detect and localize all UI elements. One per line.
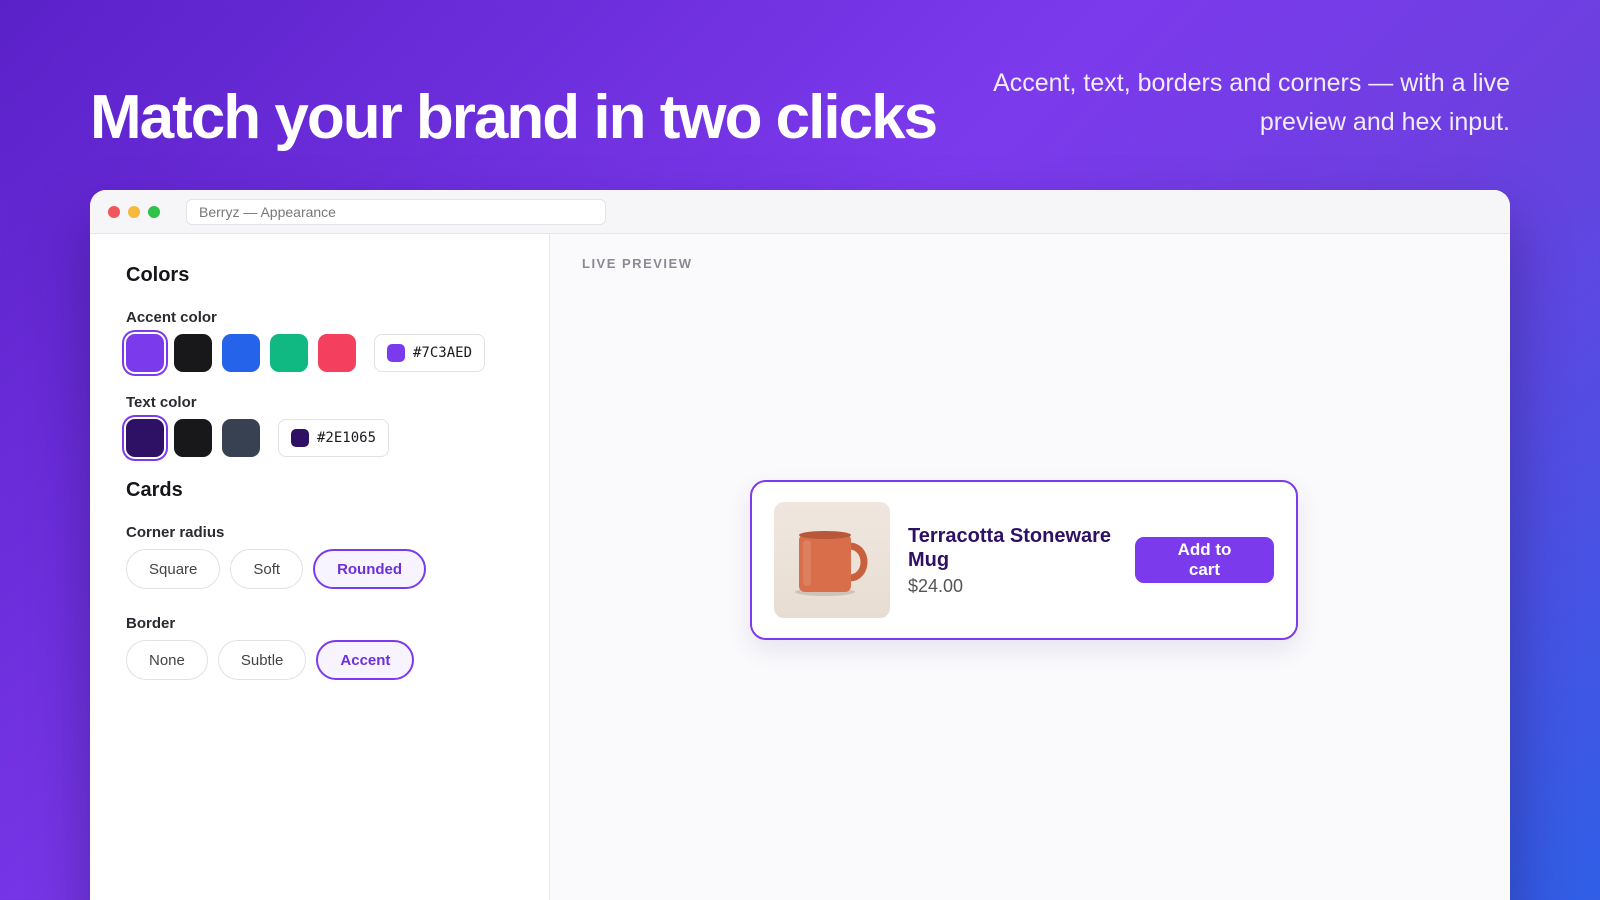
cards-section-title: Cards <box>126 479 183 501</box>
accent-swatch-row: #7C3AED <box>126 334 513 372</box>
text-swatch-row: #2E1065 <box>126 419 513 457</box>
product-card: Terracotta Stoneware Mug $24.00 Add to c… <box>750 480 1298 640</box>
address-bar[interactable]: Berryz — Appearance <box>186 198 606 225</box>
colors-section-title: Colors <box>126 264 190 286</box>
text-swatch-slate[interactable] <box>222 419 260 457</box>
close-window-button[interactable] <box>108 205 120 218</box>
settings-panel: Colors Accent color #7C3AED Text color #… <box>90 234 550 900</box>
border-options: None Subtle Accent <box>126 640 513 680</box>
hero-title: Match your brand in two clicks <box>90 83 938 152</box>
accent-swatch-red[interactable] <box>318 334 356 372</box>
text-color-label: Text color <box>126 394 197 411</box>
mug-icon <box>795 531 868 596</box>
border-option-none[interactable]: None <box>126 640 208 680</box>
accent-swatch-purple[interactable] <box>126 334 164 372</box>
product-info: Terracotta Stoneware Mug $24.00 <box>908 524 1135 597</box>
text-hex-input[interactable]: #2E1065 <box>278 419 390 457</box>
accent-hex-input[interactable]: #7C3AED <box>374 334 486 372</box>
minimize-window-button[interactable] <box>128 205 140 218</box>
corner-radius-label: Corner radius <box>126 524 225 541</box>
accent-color-label: Accent color <box>126 309 217 326</box>
corner-option-soft[interactable]: Soft <box>230 549 304 589</box>
live-preview-panel: LIVE PREVIEW Terracotta Stoneware Mug $2… <box>550 234 1510 900</box>
corner-radius-options: Square Soft Rounded <box>126 549 513 589</box>
accent-swatch-black[interactable] <box>174 334 212 372</box>
accent-hex-chip <box>387 344 405 362</box>
text-hex-value: #2E1065 <box>317 430 377 446</box>
border-option-accent[interactable]: Accent <box>316 640 415 680</box>
product-image <box>774 502 890 618</box>
accent-hex-value: #7C3AED <box>413 345 473 361</box>
maximize-window-button[interactable] <box>148 205 160 218</box>
app-window: Berryz — Appearance Colors Accent color … <box>90 190 1510 900</box>
border-option-subtle[interactable]: Subtle <box>217 640 307 680</box>
product-price: $24.00 <box>908 575 964 596</box>
text-swatch-deep-purple[interactable] <box>126 419 164 457</box>
live-preview-label: LIVE PREVIEW <box>582 256 693 271</box>
accent-swatch-blue[interactable] <box>222 334 260 372</box>
text-hex-chip <box>291 429 309 447</box>
title-bar: Berryz — Appearance <box>90 190 1510 234</box>
add-to-cart-button[interactable]: Add to cart <box>1134 537 1274 583</box>
accent-swatch-green[interactable] <box>270 334 308 372</box>
border-label: Border <box>126 615 176 632</box>
text-swatch-black[interactable] <box>174 419 212 457</box>
product-name[interactable]: Terracotta Stoneware Mug <box>908 524 1135 572</box>
corner-option-square[interactable]: Square <box>126 549 221 589</box>
corner-option-rounded[interactable]: Rounded <box>313 549 427 589</box>
hero-subtitle: Accent, text, borders and corners — with… <box>993 69 1510 136</box>
